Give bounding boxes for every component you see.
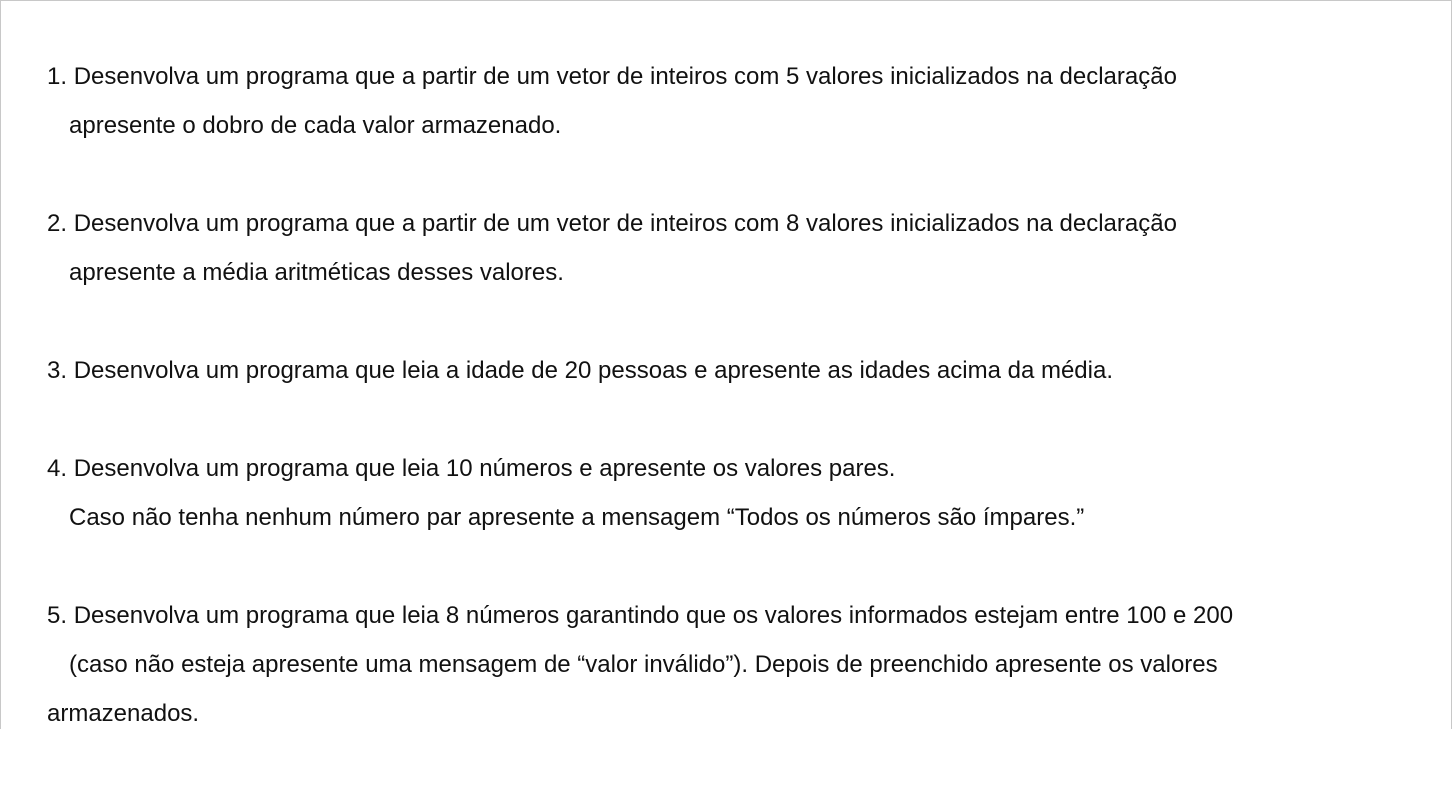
exercise-line: 2. Desenvolva um programa que a partir d… — [47, 199, 1437, 248]
exercise-number: 3. — [47, 357, 68, 384]
document-page: 1. Desenvolva um programa que a partir d… — [0, 0, 1452, 729]
exercise-number: 1. — [47, 63, 68, 90]
exercise-text: Desenvolva um programa que a partir de u… — [73, 63, 1177, 90]
exercise-number: 2. — [47, 210, 68, 237]
exercise-line: 5. Desenvolva um programa que leia 8 núm… — [47, 591, 1437, 640]
exercise-text: apresente a média aritméticas desses val… — [69, 259, 564, 286]
exercise-number: 4. — [47, 455, 68, 482]
exercise-item-2: 2. Desenvolva um programa que a partir d… — [47, 199, 1437, 297]
exercise-text: Desenvolva um programa que leia 8 número… — [73, 602, 1234, 629]
exercise-text: Desenvolva um programa que leia 10 númer… — [73, 455, 896, 482]
exercise-number: 5. — [47, 602, 68, 629]
exercise-text: armazenados. — [47, 700, 200, 727]
exercise-line: 1. Desenvolva um programa que a partir d… — [47, 52, 1437, 101]
exercise-item-5: 5. Desenvolva um programa que leia 8 núm… — [47, 591, 1437, 738]
exercise-text: apresente o dobro de cada valor armazena… — [69, 112, 562, 139]
exercise-text: Desenvolva um programa que a partir de u… — [73, 210, 1177, 237]
exercise-list: 1. Desenvolva um programa que a partir d… — [47, 52, 1437, 787]
exercise-line: 3. Desenvolva um programa que leia a ida… — [47, 346, 1437, 395]
exercise-text: Desenvolva um programa que leia a idade … — [73, 357, 1113, 384]
exercise-item-3: 3. Desenvolva um programa que leia a ida… — [47, 346, 1437, 395]
exercise-text: Caso não tenha nenhum número par apresen… — [69, 504, 1085, 531]
exercise-item-4: 4. Desenvolva um programa que leia 10 nú… — [47, 444, 1437, 542]
exercise-text: (caso não esteja apresente uma mensagem … — [69, 651, 1218, 678]
exercise-line: 4. Desenvolva um programa que leia 10 nú… — [47, 444, 1437, 493]
exercise-item-1: 1. Desenvolva um programa que a partir d… — [47, 52, 1437, 150]
